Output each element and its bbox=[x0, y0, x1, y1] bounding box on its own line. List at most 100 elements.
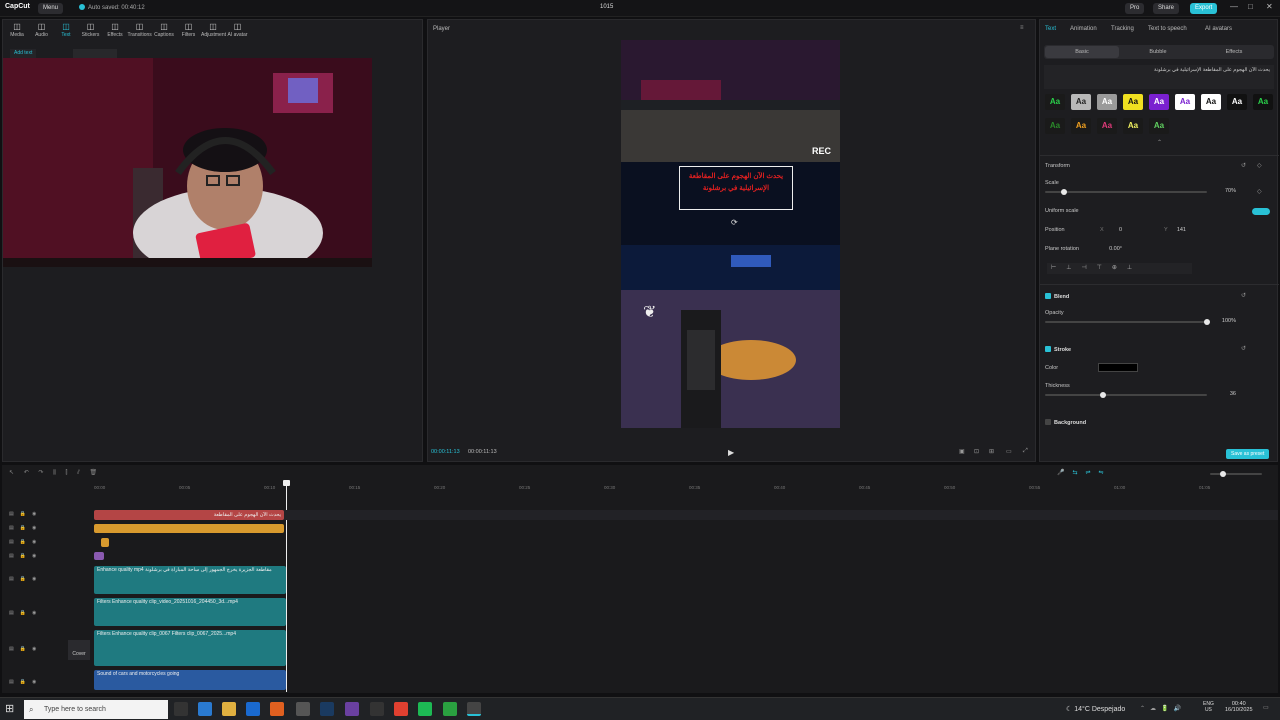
project-name[interactable]: 1015 bbox=[600, 4, 613, 10]
steam-icon[interactable] bbox=[320, 702, 334, 716]
text-input-box[interactable]: يحدث الآن الهجوم على المقاطعة الإسرائيلي… bbox=[1044, 65, 1274, 89]
blend-heading[interactable]: Blend bbox=[1045, 293, 1069, 300]
effect-clip[interactable] bbox=[94, 552, 104, 560]
text-preset-5[interactable]: Aa bbox=[1149, 118, 1169, 134]
tool-adjustment[interactable]: ◫ Adjustment bbox=[201, 22, 226, 38]
opacity-slider[interactable] bbox=[1045, 319, 1210, 325]
menu-button[interactable]: Menu bbox=[38, 3, 64, 14]
reset-transform-icon[interactable]: ↺ bbox=[1241, 162, 1246, 169]
stroke-heading[interactable]: Stroke bbox=[1045, 346, 1071, 353]
subtab-bubble[interactable]: Bubble bbox=[1121, 46, 1195, 58]
task-view-icon[interactable] bbox=[174, 702, 188, 716]
thickness-slider-knob[interactable] bbox=[1100, 392, 1107, 398]
position-y-input[interactable]: 141 bbox=[1166, 227, 1186, 233]
keyframe-icon[interactable]: ◇ bbox=[1257, 162, 1262, 169]
notifications-icon[interactable]: ▭ bbox=[1263, 704, 1269, 711]
text-preset-8[interactable]: Aa bbox=[1227, 94, 1247, 110]
tab-text-to-speech[interactable]: Text to speech bbox=[1148, 26, 1187, 32]
sticker-clip-small[interactable] bbox=[101, 538, 109, 547]
tool-transitions[interactable]: ◫ Transitions bbox=[128, 22, 152, 38]
outlook-icon[interactable] bbox=[246, 702, 260, 716]
blend-checkbox[interactable] bbox=[1045, 293, 1051, 299]
zoom-slider[interactable] bbox=[1210, 471, 1262, 477]
export-button[interactable]: Export bbox=[1190, 3, 1218, 14]
play-icon[interactable]: ▶ bbox=[728, 448, 734, 457]
video-clip-3[interactable]: Filters Enhance quality clip_0067 Filter… bbox=[94, 630, 286, 666]
weather-widget[interactable]: ☾ 14°C Despejado bbox=[1066, 705, 1125, 713]
track-controls-icon[interactable]: ▤🔒◉ bbox=[9, 511, 42, 517]
collapse-presets-icon[interactable]: ⌃ bbox=[1157, 139, 1162, 146]
spotify-icon[interactable] bbox=[418, 702, 432, 716]
background-heading[interactable]: Background bbox=[1045, 419, 1086, 426]
text-clip[interactable]: يحدث الآن الهجوم على المقاطعة bbox=[94, 510, 284, 520]
tab-tracking[interactable]: Tracking bbox=[1111, 26, 1134, 32]
track-controls-icon[interactable]: ▤🔒◉ bbox=[9, 539, 42, 545]
reset-blend-icon[interactable]: ↺ bbox=[1241, 292, 1246, 299]
thickness-value[interactable]: 36 bbox=[1214, 391, 1236, 397]
video-clip-1[interactable]: Enhance quality mp4 مقاطعة الجزيرة يخرج … bbox=[94, 566, 286, 594]
position-x-input[interactable]: 0 bbox=[1110, 227, 1122, 233]
minimize-icon[interactable]: — bbox=[1230, 2, 1238, 11]
windows-start-icon[interactable]: ⊞ bbox=[5, 702, 14, 715]
video-clip-2[interactable]: Filters Enhance quality clip_video_20251… bbox=[94, 598, 286, 626]
tool-ai-avatar[interactable]: ◫ AI avatar bbox=[226, 22, 250, 38]
text-preset-1[interactable]: Aa bbox=[1045, 94, 1065, 110]
scale-value[interactable]: 70% bbox=[1214, 188, 1236, 194]
tool-stickers[interactable]: ◫ Stickers bbox=[79, 22, 103, 38]
tool-filters[interactable]: ◫ Filters bbox=[177, 22, 201, 38]
scale-slider-knob[interactable] bbox=[1061, 189, 1068, 195]
close-icon[interactable]: ✕ bbox=[1266, 2, 1273, 11]
track-controls-icon[interactable]: ▤🔒◉ bbox=[9, 576, 42, 582]
text-preset-4[interactable]: Aa bbox=[1123, 94, 1143, 110]
text-preset-6[interactable]: Aa bbox=[1175, 94, 1195, 110]
sticker-clip[interactable] bbox=[94, 524, 284, 533]
uniform-scale-toggle[interactable] bbox=[1252, 208, 1270, 215]
thickness-slider[interactable] bbox=[1045, 392, 1207, 398]
timeline-tools[interactable]: ↖ ↶ ↷ ⫼ ⫿ ⫽ 🗑 bbox=[9, 469, 101, 477]
text-selection-box[interactable]: يحدث الآن الهجوم على المقاطعة الإسرائيلي… bbox=[679, 166, 793, 210]
text-preset-3[interactable]: Aa bbox=[1097, 94, 1117, 110]
capcut-taskbar-icon[interactable] bbox=[467, 702, 481, 716]
edge-icon[interactable] bbox=[198, 702, 212, 716]
alignment-buttons[interactable]: ⊢⊥⊣⊤⊕⊥ bbox=[1047, 263, 1192, 274]
text-preset-3[interactable]: Aa bbox=[1097, 118, 1117, 134]
track-controls-icon[interactable]: ▤🔒◉ bbox=[9, 610, 42, 616]
player-menu-icon[interactable]: ≡ bbox=[1020, 25, 1024, 31]
fullscreen-icon[interactable]: ⤢ bbox=[1023, 448, 1028, 455]
focus-icon[interactable]: ⊞ bbox=[989, 448, 994, 455]
tab-text[interactable]: Text bbox=[1045, 26, 1056, 32]
language-indicator[interactable]: ENG US bbox=[1203, 701, 1214, 713]
audio-clip[interactable]: Sound of cars and motorcycles going bbox=[94, 670, 286, 690]
text-preset-2[interactable]: Aa bbox=[1071, 94, 1091, 110]
track-controls-icon[interactable]: ▤🔒◉ bbox=[9, 646, 42, 652]
tab-animation[interactable]: Animation bbox=[1070, 26, 1097, 32]
cover-button[interactable]: Cover bbox=[68, 640, 90, 660]
transform-heading[interactable]: Transform bbox=[1045, 163, 1070, 169]
rotate-handle-icon[interactable]: ⟳ bbox=[731, 218, 738, 227]
playhead-handle[interactable] bbox=[283, 480, 290, 486]
track-controls-icon[interactable]: ▤🔒◉ bbox=[9, 679, 42, 685]
chrome-icon[interactable] bbox=[394, 702, 408, 716]
text-preset-9[interactable]: Aa bbox=[1253, 94, 1273, 110]
timeline-right-tools[interactable]: 🎤⇆⇌⇋ bbox=[1057, 469, 1112, 476]
tool-effects[interactable]: ◫ Effects bbox=[103, 22, 127, 38]
share-button[interactable]: Share bbox=[1153, 3, 1180, 14]
clock[interactable]: 00:40 16/10/2025 bbox=[1225, 701, 1253, 713]
save-as-preset-button[interactable]: Save as preset bbox=[1226, 449, 1270, 459]
tool-text[interactable]: ◫ Text bbox=[54, 22, 78, 38]
subtab-basic[interactable]: Basic bbox=[1045, 46, 1119, 58]
maximize-icon[interactable]: □ bbox=[1248, 2, 1253, 11]
stroke-color-swatch[interactable] bbox=[1098, 363, 1138, 372]
text-preset-4[interactable]: Aa bbox=[1123, 118, 1143, 134]
app-icon[interactable] bbox=[270, 702, 284, 716]
add-text-button[interactable]: Add text bbox=[10, 49, 37, 58]
scale-keyframe-icon[interactable]: ◇ bbox=[1257, 188, 1262, 195]
background-checkbox[interactable] bbox=[1045, 419, 1051, 425]
text-input-value[interactable]: يحدث الآن الهجوم على المقاطعة الإسرائيلي… bbox=[1080, 67, 1270, 74]
text-preset-5[interactable]: Aa bbox=[1149, 94, 1169, 110]
track-controls-icon[interactable]: ▤🔒◉ bbox=[9, 553, 42, 559]
taskbar-search-input[interactable]: ⌕ Type here to search bbox=[24, 700, 168, 719]
tab-ai-avatars[interactable]: AI avatars bbox=[1205, 26, 1232, 32]
screenshot-icon[interactable]: ⊡ bbox=[974, 448, 979, 455]
crop-icon[interactable]: ▣ bbox=[959, 448, 965, 455]
